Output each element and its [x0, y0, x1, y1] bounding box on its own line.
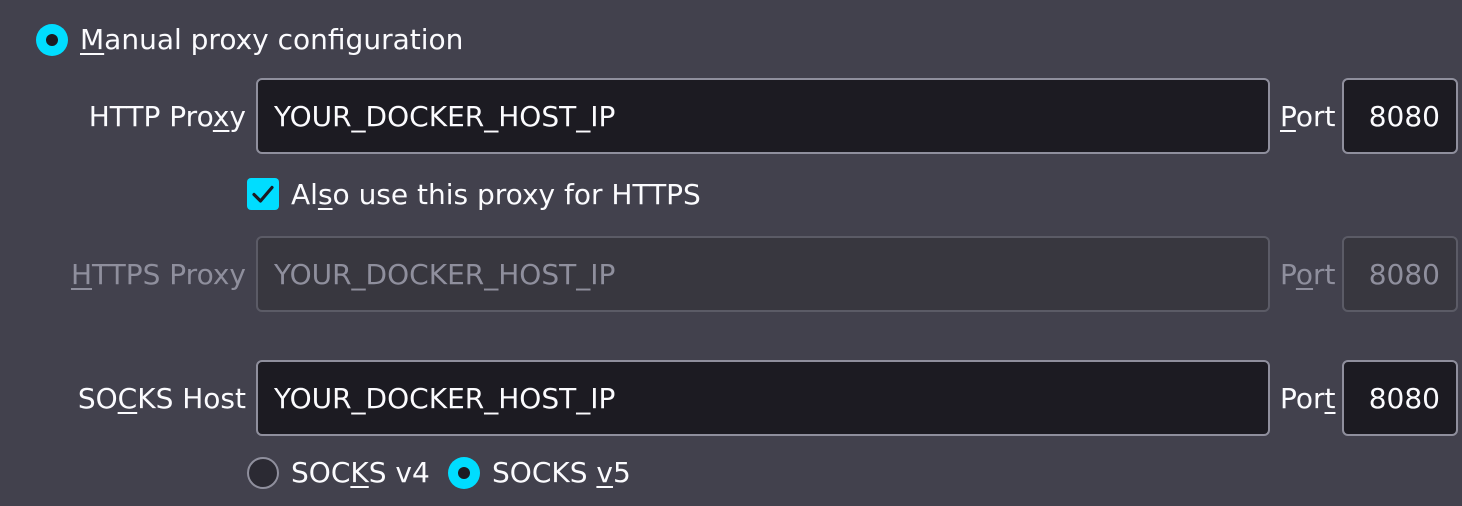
socks-v5-radio[interactable]: [448, 457, 480, 489]
label-part: KS Host: [137, 382, 246, 415]
access-key: v: [596, 456, 613, 489]
label-part: SOC: [291, 456, 351, 489]
access-key: C: [117, 382, 138, 415]
label-part: S v4: [368, 456, 430, 489]
socks-port-input[interactable]: [1342, 360, 1458, 436]
access-key: M: [80, 23, 105, 56]
socks-v5-label[interactable]: SOCKS v5: [492, 455, 631, 491]
label-part: ort: [1295, 100, 1336, 133]
https-proxy-input: [256, 236, 1270, 312]
access-key: x: [212, 100, 230, 133]
http-proxy-label: HTTP Proxy: [0, 99, 246, 135]
socks-port-label: Port: [1280, 381, 1336, 417]
access-key: H: [70, 258, 93, 291]
manual-proxy-label[interactable]: Manual proxy configuration: [80, 22, 463, 58]
label-part: 5: [612, 456, 631, 489]
access-key: o: [1295, 258, 1314, 291]
label-part: o use this proxy for HTTPS: [332, 178, 701, 211]
http-port-label: Port: [1280, 99, 1336, 135]
https-port-input: [1342, 236, 1458, 312]
access-key: t: [1324, 382, 1336, 415]
label-part: SOCKS: [492, 456, 597, 489]
label-part: Al: [291, 178, 318, 211]
socks-host-input[interactable]: [256, 360, 1270, 436]
socks-v4-label[interactable]: SOCKS v4: [291, 455, 430, 491]
label-part: HTTP Pro: [88, 100, 213, 133]
radio-dot: [46, 34, 58, 46]
access-key: K: [350, 456, 369, 489]
label-part: TTPS Proxy: [92, 258, 246, 291]
http-port-input[interactable]: [1342, 78, 1458, 154]
manual-proxy-radio[interactable]: [36, 24, 68, 56]
checkmark-icon: [252, 185, 274, 203]
http-proxy-input[interactable]: [256, 78, 1270, 154]
access-key: P: [1280, 100, 1296, 133]
socks-host-label: SOCKS Host: [0, 381, 246, 417]
also-https-checkbox[interactable]: [247, 178, 279, 210]
https-port-label: Port: [1280, 257, 1336, 293]
proxy-settings-panel: Manual proxy configuration HTTP Proxy Po…: [0, 0, 1462, 506]
socks-v4-radio[interactable]: [247, 457, 279, 489]
label-part: SO: [77, 382, 118, 415]
label-part: P: [1280, 258, 1296, 291]
label-part: Por: [1280, 382, 1325, 415]
also-https-label[interactable]: Also use this proxy for HTTPS: [291, 177, 701, 213]
access-key: s: [317, 178, 333, 211]
https-proxy-label: HTTPS Proxy: [0, 257, 246, 293]
label-part: anual proxy configuration: [104, 23, 464, 56]
label-part: y: [229, 100, 246, 133]
label-part: rt: [1313, 258, 1336, 291]
radio-dot: [458, 467, 470, 479]
